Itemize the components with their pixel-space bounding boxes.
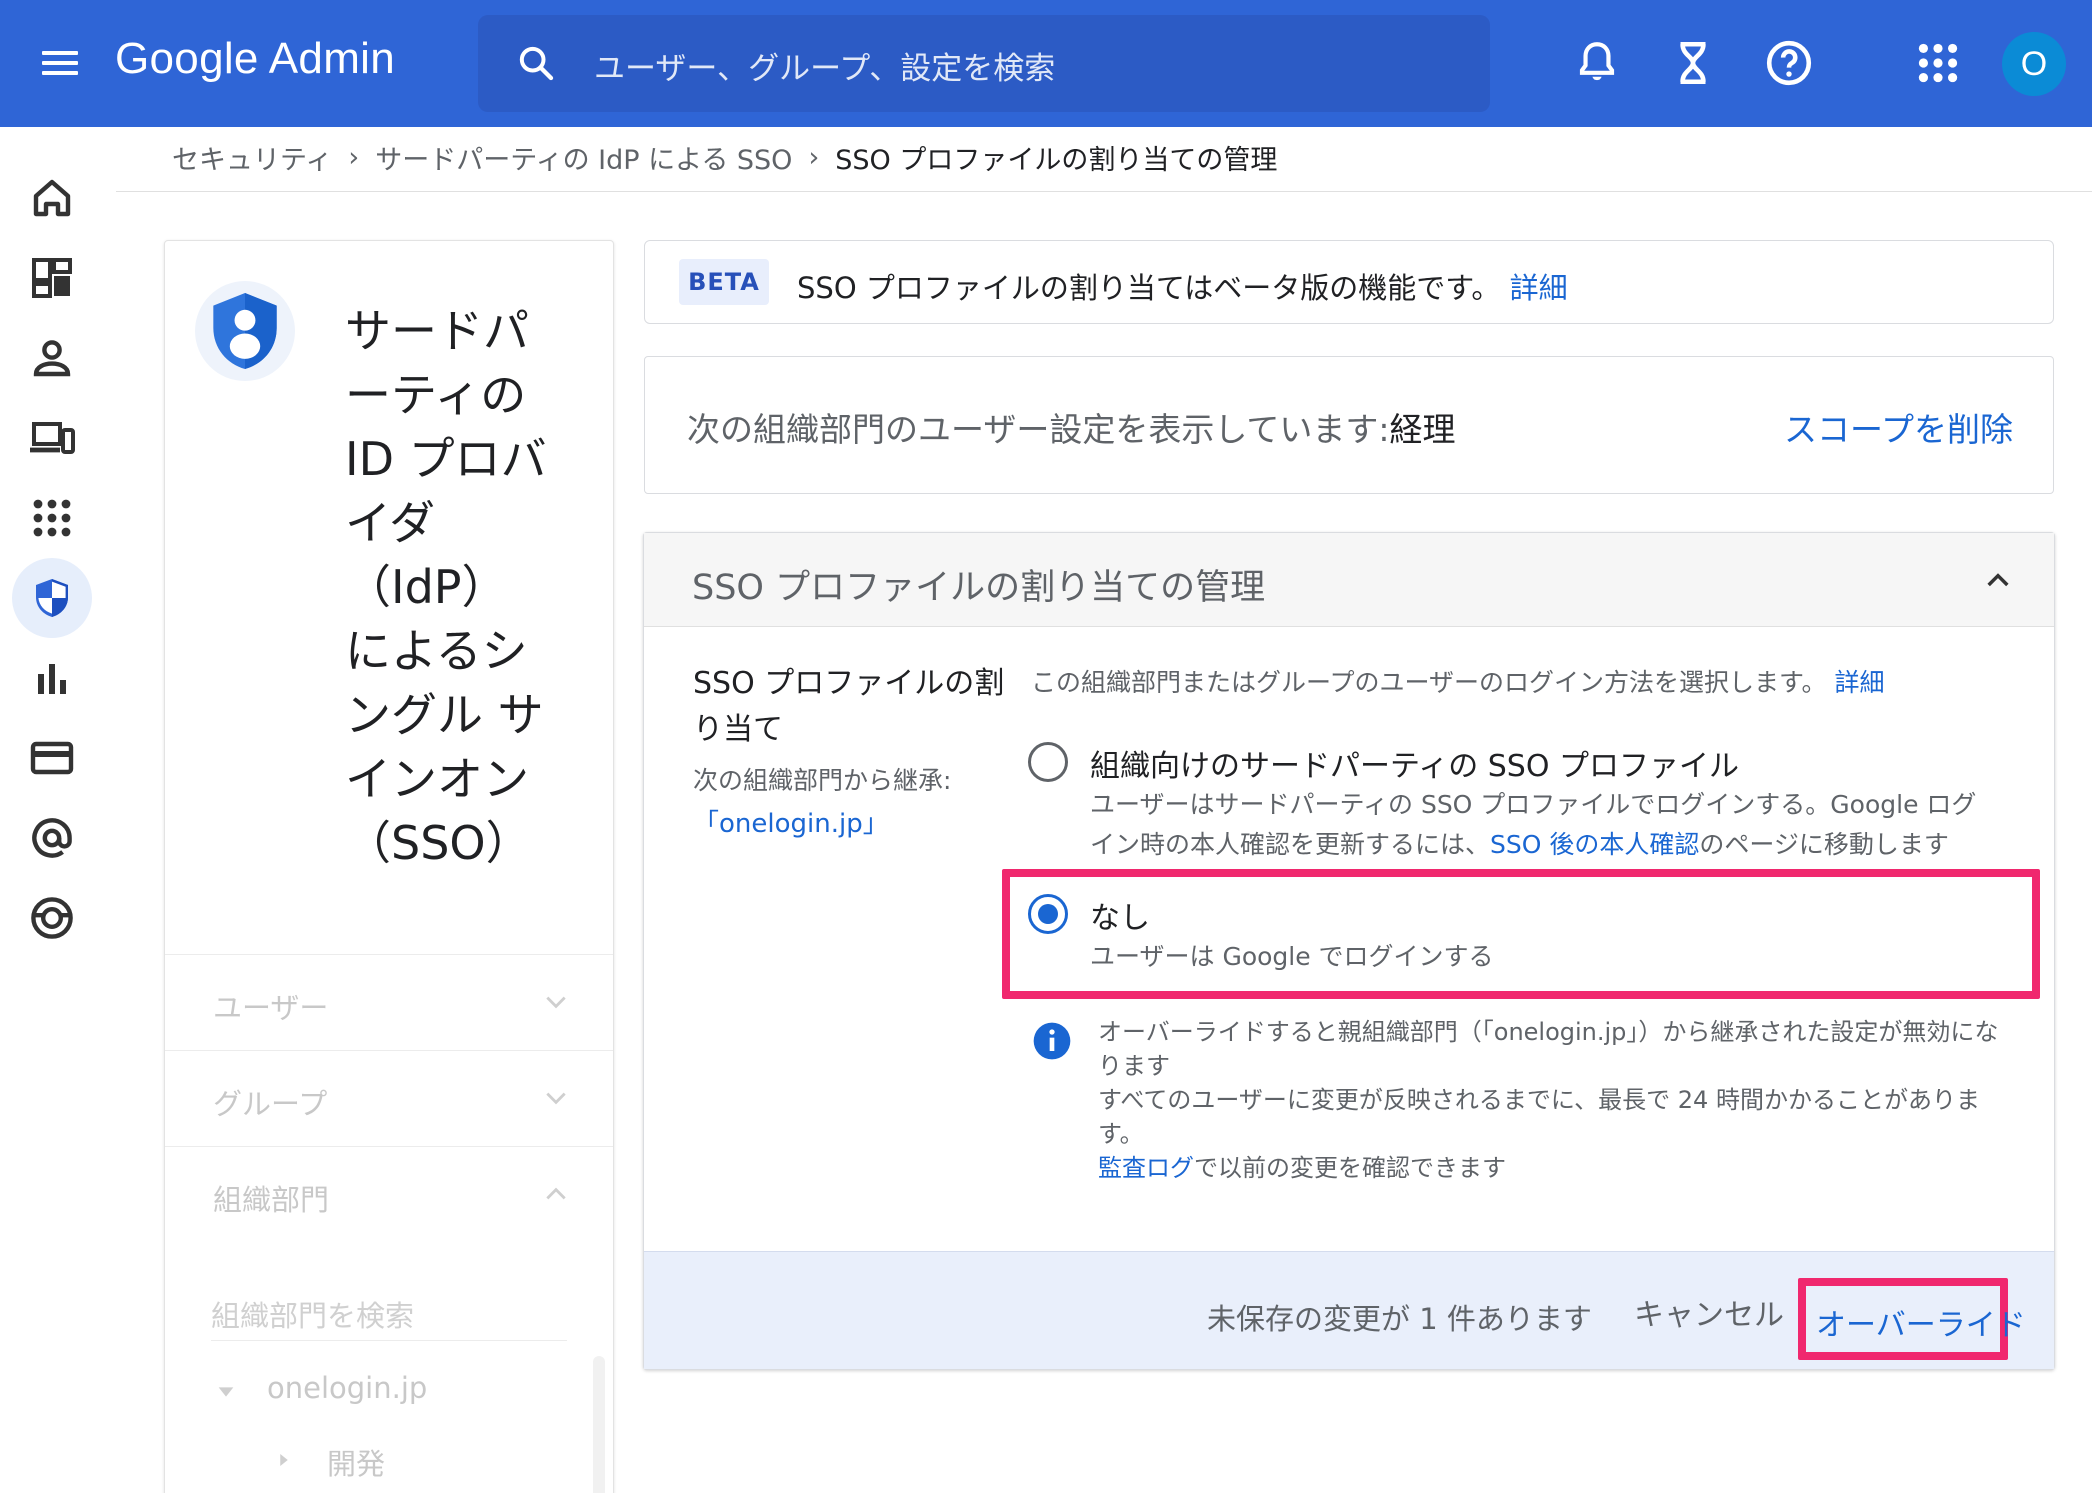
audit-log-link[interactable]: 監査ログ	[1098, 1154, 1194, 1182]
section-users[interactable]: ユーザー	[165, 954, 613, 1050]
search-bar[interactable]: ユーザー、グループ、設定を検索	[478, 15, 1490, 112]
cancel-button[interactable]: キャンセル	[1634, 1290, 1784, 1334]
app-logo[interactable]: Google Admin	[115, 34, 395, 84]
beta-text: SSO プロファイルの割り当てはベータ版の機能です。	[797, 271, 1501, 305]
override-button[interactable]: オーバーライド	[1798, 1278, 2026, 1360]
chevron-right-icon: ›	[808, 142, 820, 173]
help-icon[interactable]	[1764, 38, 1814, 88]
beta-details-link[interactable]: 詳細	[1510, 271, 1568, 305]
devices-icon[interactable]	[28, 414, 76, 462]
breadcrumb-third-party-sso[interactable]: サードパーティの IdP による SSO	[375, 145, 792, 176]
setting-label: SSO プロファイルの割り当て	[693, 666, 1005, 747]
security-shield-icon[interactable]	[28, 574, 76, 622]
radio-third-party-sso[interactable]	[1028, 742, 1068, 782]
post-sso-verification-link[interactable]: SSO 後の本人確認	[1490, 830, 1699, 859]
info-icon	[1033, 1022, 1071, 1060]
apps-grid-icon[interactable]	[1913, 38, 1963, 88]
inherit-org-link[interactable]: 「onelogin.jp」	[693, 803, 889, 840]
home-icon[interactable]	[28, 174, 76, 222]
option-none-label[interactable]: なし	[1090, 893, 1150, 937]
override-info: オーバーライドすると親組織部門（「onelogin.jp」）から継承された設定が…	[1098, 1018, 1999, 1182]
card-header[interactable]: SSO プロファイルの割り当ての管理	[644, 533, 2054, 627]
chevron-right-icon: ›	[348, 142, 360, 173]
dashboard-icon[interactable]	[28, 254, 76, 302]
breadcrumb-security[interactable]: セキュリティ	[172, 145, 332, 176]
menu-icon	[42, 51, 78, 55]
highlight-box	[1002, 869, 2040, 999]
search-icon	[519, 46, 554, 81]
breadcrumb: セキュリティ › サードパーティの IdP による SSO › SSO プロファイルの割…	[172, 138, 1277, 180]
tree-item-dev[interactable]: 開発	[327, 1441, 385, 1483]
beta-notice: BETA SSO プロファイルの割り当てはベータ版の機能です。 詳細	[644, 240, 2054, 324]
hourglass-icon[interactable]	[1668, 38, 1718, 88]
chevron-up-icon	[1987, 573, 2009, 587]
option-none-desc: ユーザーは Google でログインする	[1090, 942, 1494, 971]
top-app-bar: Google Admin ユーザー、グループ、設定を検索 O	[0, 0, 2092, 127]
caret-right-icon[interactable]	[275, 1451, 293, 1469]
chevron-up-icon	[546, 1187, 566, 1200]
panel-title: サードパ ーティの ID プロバ イダ （IdP） によるシ ングル サ インオ…	[345, 304, 547, 870]
security-badge	[195, 281, 295, 381]
email-at-icon[interactable]	[28, 814, 76, 862]
billing-icon[interactable]	[28, 734, 76, 782]
setting-details-link[interactable]: 詳細	[1834, 668, 1884, 697]
bell-icon[interactable]	[1572, 38, 1622, 88]
tree-item-root[interactable]: onelogin.jp	[267, 1371, 427, 1405]
caret-down-icon[interactable]	[215, 1381, 237, 1403]
radio-none[interactable]	[1028, 894, 1068, 934]
option-third-party-sso-label[interactable]: 組織向けのサードパーティの SSO プロファイル	[1090, 741, 1739, 785]
unsaved-changes-text: 未保存の変更が 1 件あります	[1207, 1302, 1592, 1336]
org-unit-search-input[interactable]: 組織部門を検索	[211, 1281, 567, 1341]
settings-side-panel: サードパ ーティの ID プロバ イダ （IdP） によるシ ングル サ インオ…	[164, 240, 614, 1493]
option-third-party-sso-desc: ユーザーはサードパーティの SSO プロファイルでログインする。Google ロ…	[1090, 790, 1977, 859]
card-title: SSO プロファイルの割り当ての管理	[692, 568, 1266, 608]
scope-prefix: 次の組織部門のユーザー設定を表示しています:	[687, 410, 1390, 449]
user-icon[interactable]	[28, 334, 76, 382]
section-org-units[interactable]: 組織部門	[165, 1146, 613, 1242]
breadcrumb-divider	[116, 191, 2092, 192]
reports-icon[interactable]	[28, 654, 76, 702]
override-button-label: オーバーライド	[1816, 1308, 2026, 1343]
chevron-down-icon	[546, 996, 566, 1009]
search-input[interactable]: ユーザー、グループ、設定を検索	[594, 43, 1055, 88]
breadcrumb-current: SSO プロファイルの割り当ての管理	[835, 145, 1278, 176]
scope-card: 次の組織部門のユーザー設定を表示しています:経理 スコープを削除	[644, 356, 2054, 494]
apps-icon[interactable]	[28, 494, 76, 542]
chevron-down-icon	[546, 1092, 566, 1105]
user-shield-icon	[213, 293, 277, 369]
scope-org-name: 経理	[1389, 410, 1456, 449]
inherit-label: 次の組織部門から継承:	[693, 766, 952, 795]
main-menu-button[interactable]	[30, 38, 90, 88]
panel-scrollbar[interactable]	[593, 1356, 605, 1493]
beta-badge: BETA	[679, 259, 769, 305]
section-groups[interactable]: グループ	[165, 1050, 613, 1146]
setting-description: この組織部門またはグループのユーザーのログイン方法を選択します。	[1031, 668, 1827, 697]
card-footer: 未保存の変更が 1 件あります キャンセル オーバーライド	[644, 1251, 2054, 1369]
remove-scope-link[interactable]: スコープを削除	[1784, 403, 2013, 451]
support-icon[interactable]	[28, 894, 76, 942]
account-avatar[interactable]: O	[2002, 32, 2066, 96]
sso-assignment-card: SSO プロファイルの割り当ての管理 SSO プロファイルの割り当て 次の組織部…	[643, 532, 2055, 1370]
